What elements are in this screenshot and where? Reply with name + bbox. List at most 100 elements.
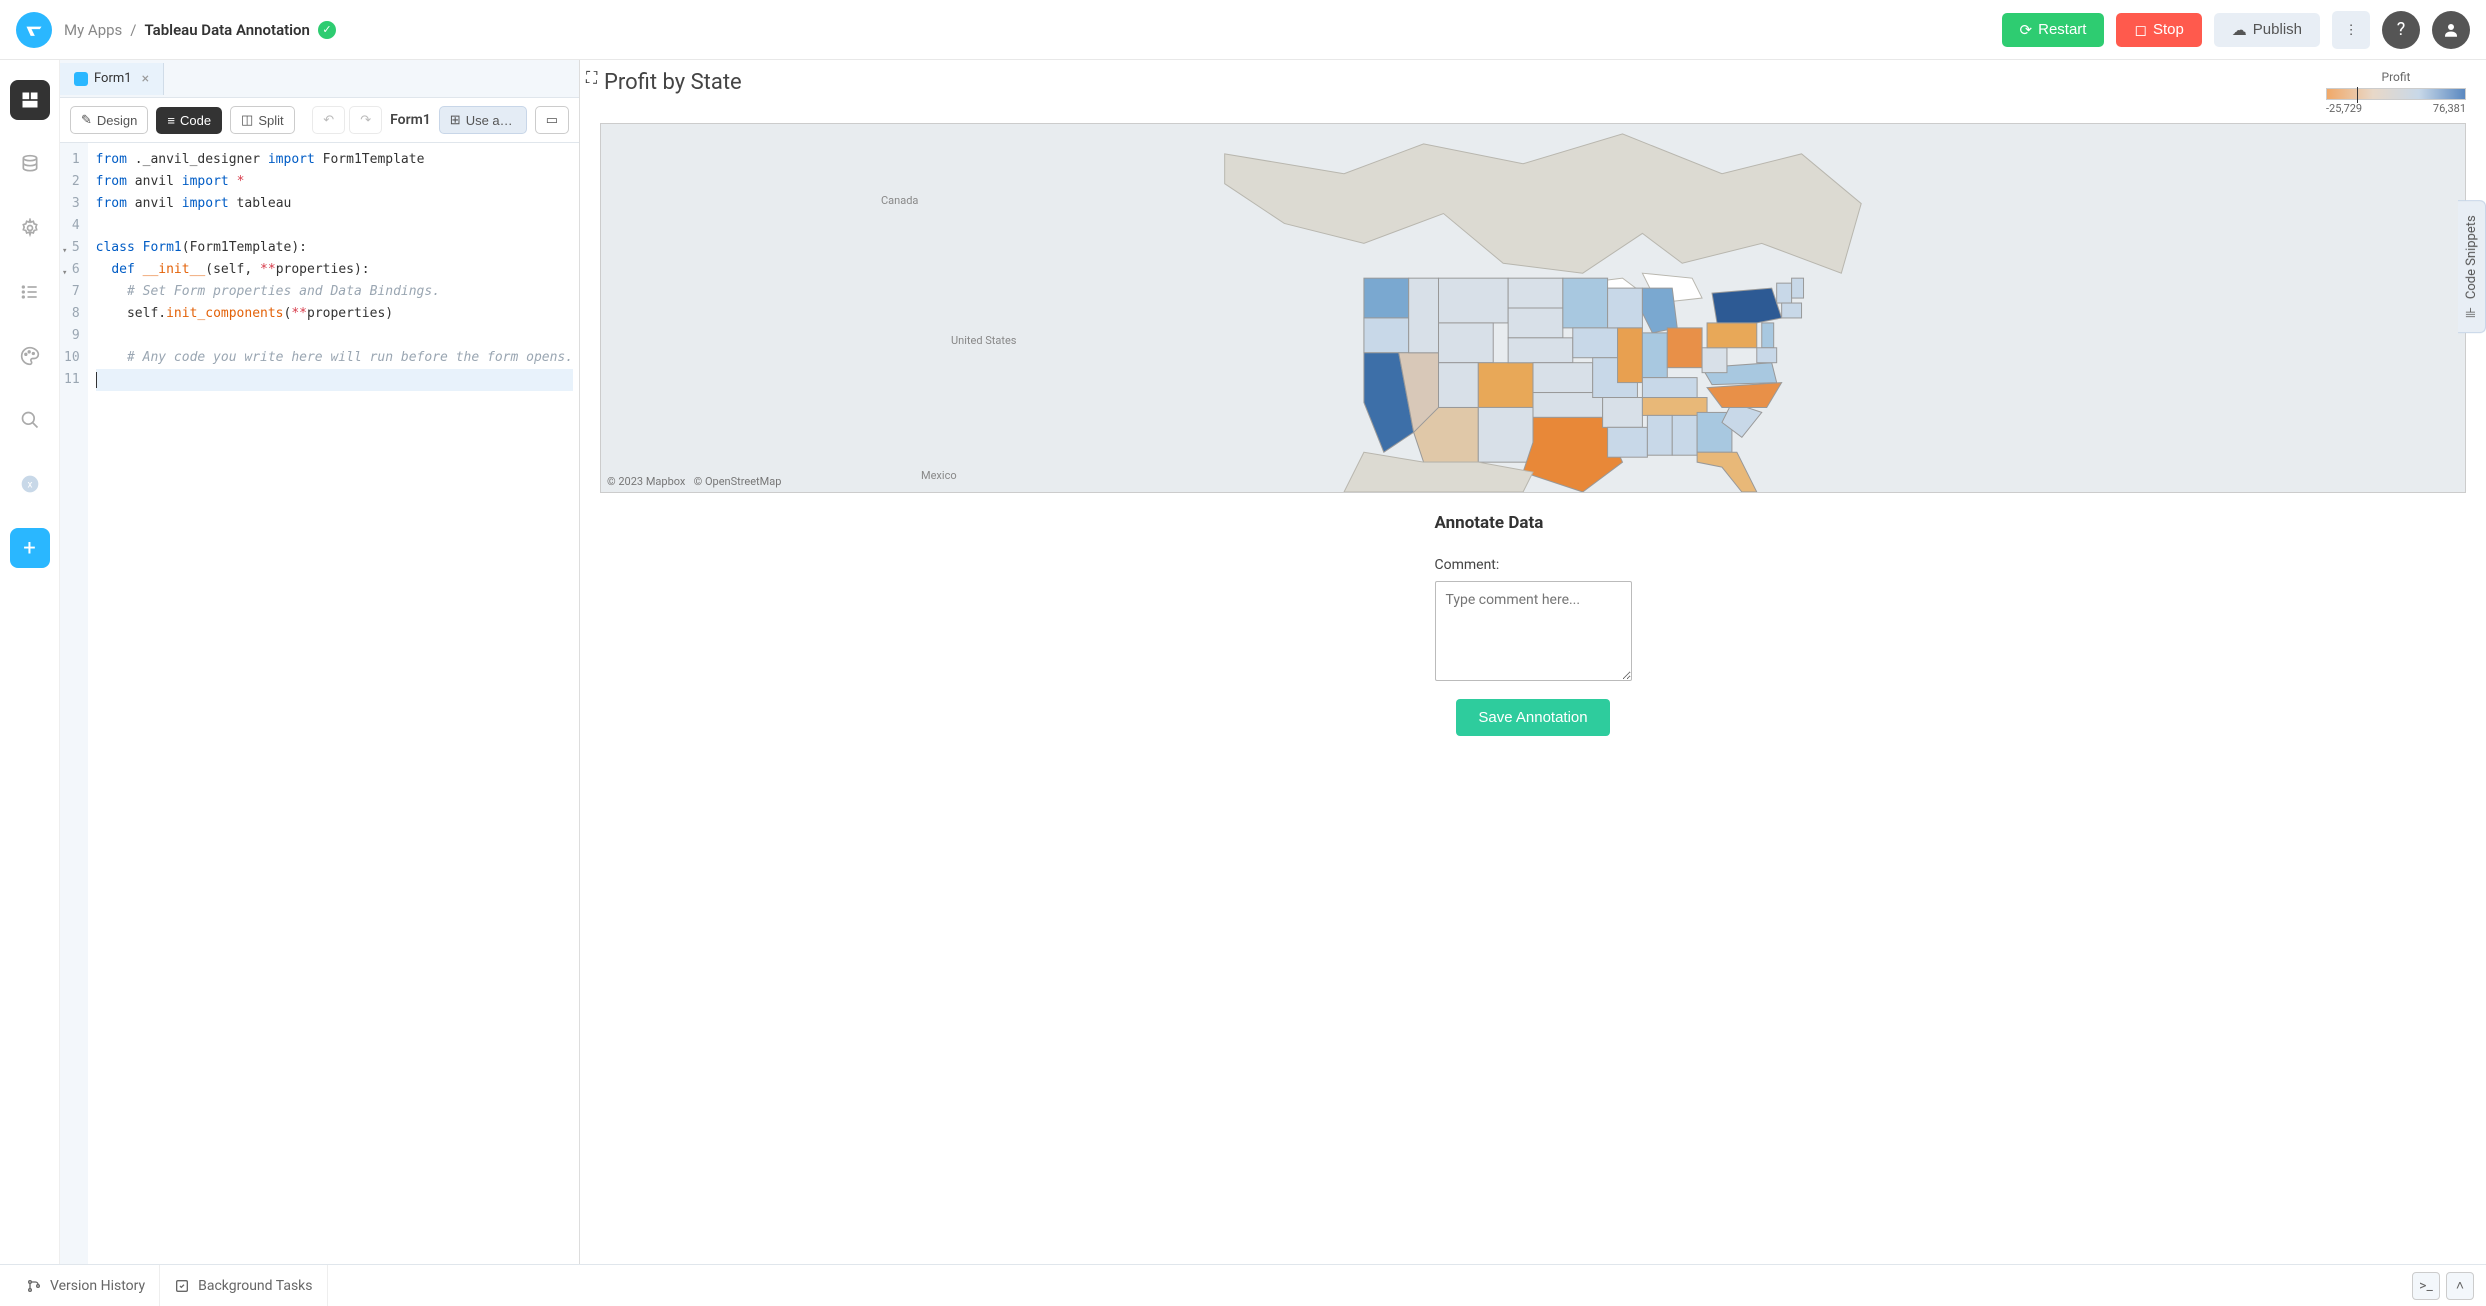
popout-button[interactable]: ▭ — [535, 106, 569, 134]
legend-gradient — [2326, 88, 2466, 100]
legend-min: -25,729 — [2326, 102, 2362, 115]
more-menu-button[interactable]: ⋮ — [2332, 11, 2370, 49]
cursor-icon: ✎ — [81, 112, 92, 128]
user-icon — [2442, 21, 2460, 39]
map-attribution: © 2023 Mapbox © OpenStreetMap — [607, 475, 781, 488]
rail-search[interactable] — [10, 400, 50, 440]
nav-rail: x + — [0, 60, 60, 1264]
code-view-button[interactable]: ≡ Code — [156, 107, 222, 134]
list-icon — [20, 282, 40, 302]
map-label-mexico: Mexico — [921, 469, 957, 482]
restart-label: Restart — [2038, 21, 2086, 38]
rail-settings[interactable] — [10, 208, 50, 248]
grid-icon: ⊞ — [450, 112, 461, 128]
use-as-label: Use as ... — [466, 113, 516, 128]
tasks-icon — [174, 1278, 190, 1294]
split-icon: ◫ — [241, 112, 253, 128]
annotate-section: Annotate Data Comment: Save Annotation — [1435, 513, 1632, 736]
chevron-up-icon: ˄ — [2456, 1277, 2464, 1294]
rail-app-browser[interactable] — [10, 80, 50, 120]
redo-button[interactable]: ↷ — [349, 106, 382, 134]
rail-add-button[interactable]: + — [10, 528, 50, 568]
snippets-label: Code Snippets — [2464, 215, 2479, 299]
database-icon — [20, 154, 40, 174]
design-label: Design — [97, 113, 137, 128]
form-name-label: Form1 — [390, 112, 431, 128]
tab-form1[interactable]: Form1 × — [60, 63, 164, 95]
background-tasks-button[interactable]: Background Tasks — [160, 1265, 327, 1306]
split-view-button[interactable]: ◫ Split — [230, 106, 295, 134]
bars-icon: ⊪ — [2464, 307, 2479, 318]
stop-icon: ◻ — [2134, 21, 2146, 39]
comment-label: Comment: — [1435, 557, 1632, 573]
footer: Version History Background Tasks >_ ˄ — [0, 1264, 2486, 1306]
background-tasks-label: Background Tasks — [198, 1278, 312, 1294]
account-button[interactable] — [2432, 11, 2470, 49]
restart-button[interactable]: ⟳ Restart — [2002, 13, 2105, 47]
file-icon — [74, 72, 88, 86]
console-button[interactable]: >_ — [2412, 1272, 2440, 1300]
restart-icon: ⟳ — [2020, 21, 2033, 39]
branch-icon — [26, 1278, 42, 1294]
rail-extension[interactable]: x — [10, 464, 50, 504]
collapse-button[interactable]: ˄ — [2446, 1272, 2474, 1300]
search-icon — [20, 410, 40, 430]
layout-icon — [20, 90, 40, 110]
file-tabs: Form1 × — [60, 60, 579, 98]
legend-title: Profit — [2326, 70, 2466, 84]
code-label: Code — [180, 113, 211, 128]
line-gutter: 1 2 3 4 ▾5 ▾6 7 8 9 10 11 — [60, 143, 88, 1264]
popout-icon: ▭ — [546, 112, 558, 128]
header: My Apps / Tableau Data Annotation ✓ ⟳ Re… — [0, 0, 2486, 60]
rail-database[interactable] — [10, 144, 50, 184]
svg-text:x: x — [27, 479, 32, 490]
code-panel: Form1 × ✎ Design ≡ Code ◫ Split — [60, 60, 580, 1264]
map-label-us: United States — [951, 334, 1016, 347]
legend-max: 76,381 — [2433, 102, 2466, 115]
x-circle-icon: x — [20, 474, 40, 494]
rail-list[interactable] — [10, 272, 50, 312]
breadcrumb-separator: / — [130, 21, 136, 39]
status-saved-icon: ✓ — [318, 21, 336, 39]
code-body[interactable]: from ._anvil_designer import Form1Templa… — [88, 143, 579, 1264]
map-chart[interactable]: Canada United States Mexico © 2023 Mapbo… — [600, 123, 2466, 493]
color-legend: Profit -25,729 76,381 — [2326, 70, 2466, 115]
help-button[interactable]: ? — [2382, 11, 2420, 49]
publish-label: Publish — [2253, 21, 2302, 38]
tab-label: Form1 — [94, 71, 132, 86]
anvil-logo[interactable] — [16, 12, 52, 48]
breadcrumb: My Apps / Tableau Data Annotation ✓ — [64, 21, 336, 39]
version-history-button[interactable]: Version History — [12, 1265, 160, 1306]
help-icon: ? — [2397, 19, 2406, 40]
comment-input[interactable] — [1435, 581, 1632, 681]
cloud-icon: ☁ — [2232, 21, 2247, 39]
undo-button[interactable]: ↶ — [312, 106, 345, 134]
code-editor[interactable]: 1 2 3 4 ▾5 ▾6 7 8 9 10 11 from ._anvil_d… — [60, 143, 579, 1264]
rail-theme[interactable] — [10, 336, 50, 376]
publish-button[interactable]: ☁ Publish — [2214, 13, 2320, 47]
attr-mapbox[interactable]: © 2023 Mapbox — [607, 475, 685, 488]
attr-osm[interactable]: © OpenStreetMap — [694, 475, 782, 488]
expand-preview-button[interactable]: ⛶ — [586, 68, 597, 88]
code-snippets-tab[interactable]: ⊪ Code Snippets — [2458, 200, 2486, 333]
map-label-canada: Canada — [881, 194, 918, 207]
plus-icon: + — [23, 536, 35, 561]
code-icon: ≡ — [167, 113, 175, 128]
undo-icon: ↶ — [323, 112, 334, 128]
kebab-icon: ⋮ — [2344, 22, 2357, 38]
use-as-button[interactable]: ⊞ Use as ... — [439, 106, 527, 134]
gear-icon — [20, 218, 40, 238]
chart-title: Profit by State — [604, 70, 742, 95]
app-title[interactable]: Tableau Data Annotation — [145, 21, 310, 39]
annotate-title: Annotate Data — [1435, 513, 1632, 533]
breadcrumb-root[interactable]: My Apps — [64, 21, 122, 39]
stop-label: Stop — [2153, 21, 2184, 38]
palette-icon — [20, 346, 40, 366]
save-annotation-button[interactable]: Save Annotation — [1456, 699, 1609, 736]
editor-toolbar: ✎ Design ≡ Code ◫ Split ↶ ↷ Form1 — [60, 98, 579, 143]
preview-panel: ⛶ Profit by State Profit -25,729 76,381 — [580, 60, 2486, 1264]
design-view-button[interactable]: ✎ Design — [70, 106, 148, 134]
close-icon[interactable]: × — [142, 71, 149, 87]
stop-button[interactable]: ◻ Stop — [2116, 13, 2201, 47]
redo-icon: ↷ — [360, 112, 371, 128]
